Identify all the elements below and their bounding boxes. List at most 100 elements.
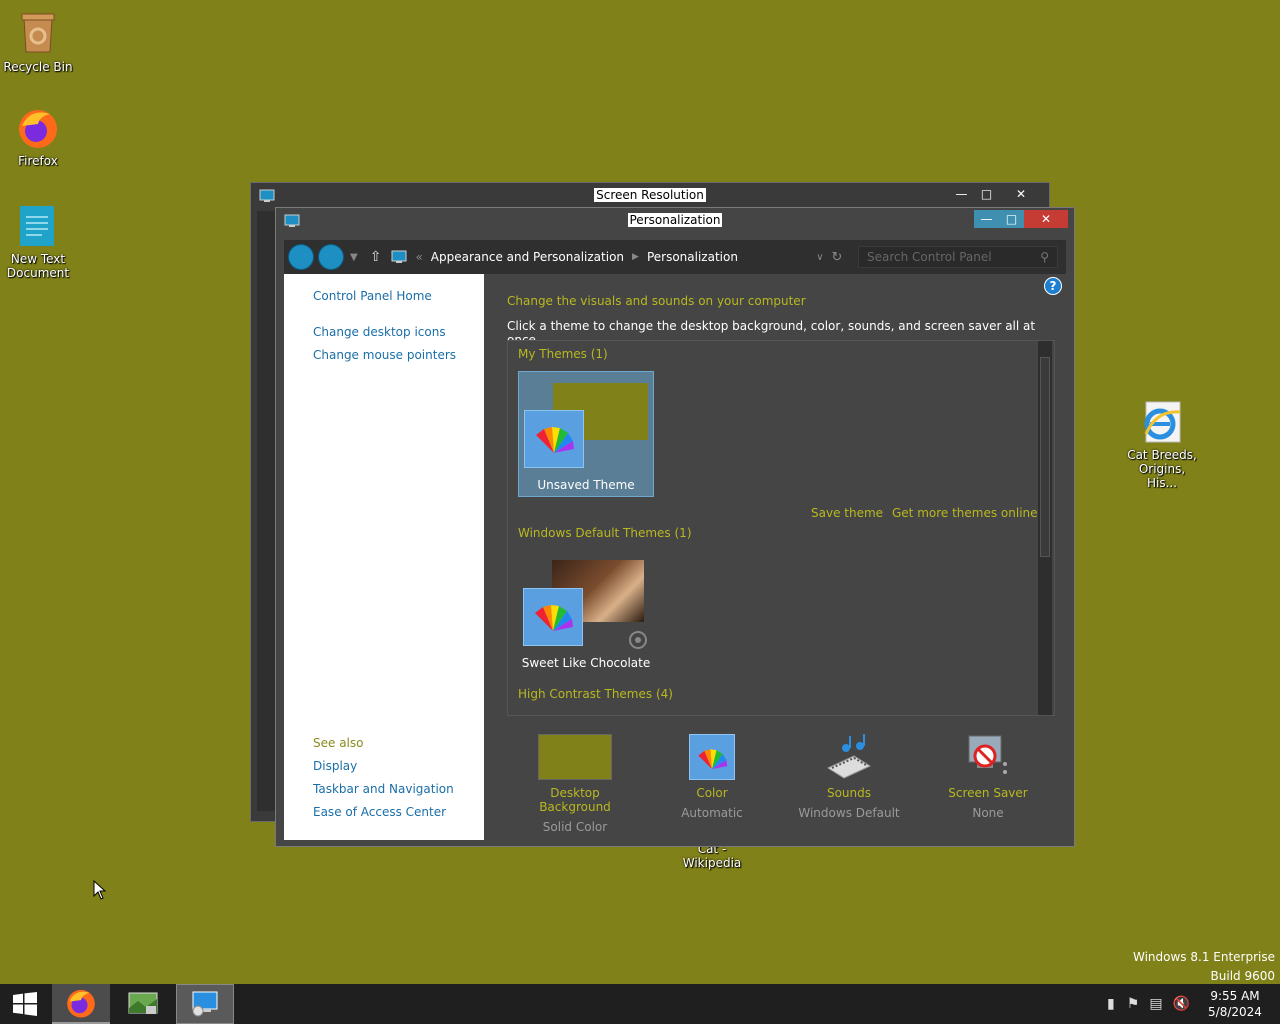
refresh-icon[interactable]: ↻ [832,250,843,265]
desktop-icon-label: Cat Breeds, Origins, His... [1127,448,1197,490]
watermark-edition: Windows 8.1 Enterprise [1132,950,1275,964]
color-icon [689,734,735,780]
link-control-panel-home[interactable]: Control Panel Home [313,289,432,303]
taskbar-firefox[interactable] [52,984,110,1024]
breadcrumb-prefix: « [415,250,423,264]
maximize-button[interactable]: □ [974,185,999,203]
firefox-icon [67,989,95,1018]
desktop-background-setting[interactable]: Desktop Background Solid Color [515,734,635,834]
image-viewer-icon [128,992,158,1014]
windows-logo-icon [13,992,37,1016]
address-dropdown-icon[interactable]: ∨ [816,252,823,263]
window-frame-edge [257,211,277,811]
group-high-contrast: High Contrast Themes (4) [518,687,673,701]
mouse-cursor-icon [93,880,107,900]
setting-value: Automatic [681,806,743,820]
clock-time: 9:55 AM [1210,989,1260,1003]
desktop-icon-new-text-document[interactable]: New Text Document [0,204,76,280]
firefox-icon [16,106,60,150]
color-setting[interactable]: Color Automatic [652,734,772,820]
link-display[interactable]: Display [313,759,357,773]
screen-saver-setting[interactable]: Screen Saver None [928,734,1048,820]
clock[interactable]: 9:55 AM 5/8/2024 [1202,988,1268,1020]
personalization-window[interactable]: Personalization — □ ✕ ▼ ⇧ « Appearance a… [275,207,1075,847]
setting-value: Solid Color [542,820,608,834]
desktop-icon-firefox[interactable]: Firefox [0,106,76,168]
sounds-setting[interactable]: Sounds Windows Default [789,734,909,820]
search-icon[interactable]: ⚲ [1040,250,1049,264]
up-arrow-icon[interactable]: ⇧ [370,249,382,265]
forward-button[interactable] [318,244,344,270]
minimize-button[interactable]: — [949,185,974,203]
setting-name: Desktop Background [539,786,611,814]
theme-sweet-like-chocolate[interactable]: Sweet Like Chocolate [518,550,654,676]
main-pane: ? Change the visuals and sounds on your … [484,274,1066,840]
setting-name: Sounds [826,786,872,800]
link-change-mouse-pointers[interactable]: Change mouse pointers [313,348,456,362]
setting-name: Color [696,786,728,800]
search-input[interactable]: Search Control Panel ⚲ [858,246,1058,268]
link-change-desktop-icons[interactable]: Change desktop icons [313,325,446,339]
close-button[interactable]: ✕ [999,185,1043,203]
desktop-icon-label: Recycle Bin [3,60,73,74]
taskbar: ▮ ⚑ ▤ 🔇 9:55 AM 5/8/2024 [0,984,1280,1024]
group-my-themes: My Themes (1) [518,347,608,361]
battery-icon[interactable]: ▮ [1107,996,1115,1012]
breadcrumb-separator-icon: ▶ [632,252,639,262]
slideshow-icon [629,631,647,649]
title-bar[interactable]: Personalization — □ ✕ [276,208,1074,234]
get-more-themes-link[interactable]: Get more themes online [892,506,1038,520]
title-bar[interactable]: Screen Resolution — □ ✕ [251,183,1049,209]
desktop-icon-label: New Text Document [6,252,70,280]
volume-muted-icon[interactable]: 🔇 [1173,996,1190,1012]
control-panel-icon [391,250,407,263]
scrollbar-thumb[interactable] [1040,357,1050,557]
screen-saver-icon [963,734,1013,780]
window-title: Screen Resolution [594,188,706,202]
clock-date: 5/8/2024 [1208,1005,1262,1019]
breadcrumb-item-appearance[interactable]: Appearance and Personalization [431,250,624,264]
color-palette-icon [524,410,584,468]
taskbar-control-panel[interactable] [176,984,234,1024]
group-default-themes: Windows Default Themes (1) [518,526,692,540]
breadcrumb-item-personalization[interactable]: Personalization [647,250,738,264]
recent-pages-dropdown[interactable]: ▼ [350,252,358,263]
link-taskbar-navigation[interactable]: Taskbar and Navigation [313,782,454,796]
breadcrumb[interactable]: « Appearance and Personalization ▶ Perso… [391,245,847,269]
start-button[interactable] [0,984,50,1024]
desktop-icon-label: Firefox [18,154,58,168]
theme-label: Unsaved Theme [537,478,635,492]
action-center-flag-icon[interactable]: ⚑ [1127,996,1140,1012]
theme-label: Sweet Like Chocolate [521,656,651,670]
theme-list-scrollbar[interactable] [1038,341,1052,715]
close-button[interactable]: ✕ [1024,210,1068,228]
save-theme-link[interactable]: Save theme [811,506,883,520]
left-pane: Control Panel Home Change desktop icons … [284,274,484,840]
color-palette-icon [523,588,583,646]
desktop-icon-recycle-bin[interactable]: Recycle Bin [0,12,76,74]
setting-name: Screen Saver [948,786,1028,800]
control-panel-icon [192,991,218,1017]
window-title: Personalization [627,213,723,227]
minimize-button[interactable]: — [974,210,999,228]
text-document-icon [16,204,60,248]
sounds-icon [824,734,874,780]
setting-value: None [972,806,1004,820]
desktop-icon-cat-breeds[interactable]: Cat Breeds, Origins, His... [1122,400,1202,490]
internet-explorer-icon [1140,400,1184,444]
system-tray: ▮ ⚑ ▤ 🔇 9:55 AM 5/8/2024 [1107,984,1280,1024]
theme-unsaved[interactable]: Unsaved Theme [518,371,654,497]
back-button[interactable] [288,244,314,270]
windows-watermark: Windows 8.1 Enterprise Build 9600 [1133,948,1275,986]
help-icon[interactable]: ? [1044,277,1062,295]
address-bar: ▼ ⇧ « Appearance and Personalization ▶ P… [284,240,1066,274]
recycle-bin-icon [16,12,60,56]
setting-value: Windows Default [798,806,900,820]
theme-list: My Themes (1) Unsaved Theme Save theme G… [507,340,1055,716]
search-placeholder: Search Control Panel [867,250,992,264]
taskbar-app-manager[interactable] [114,984,172,1024]
page-title: Change the visuals and sounds on your co… [507,294,806,308]
link-ease-of-access[interactable]: Ease of Access Center [313,805,446,819]
maximize-button[interactable]: □ [999,210,1024,228]
network-icon[interactable]: ▤ [1149,996,1162,1012]
